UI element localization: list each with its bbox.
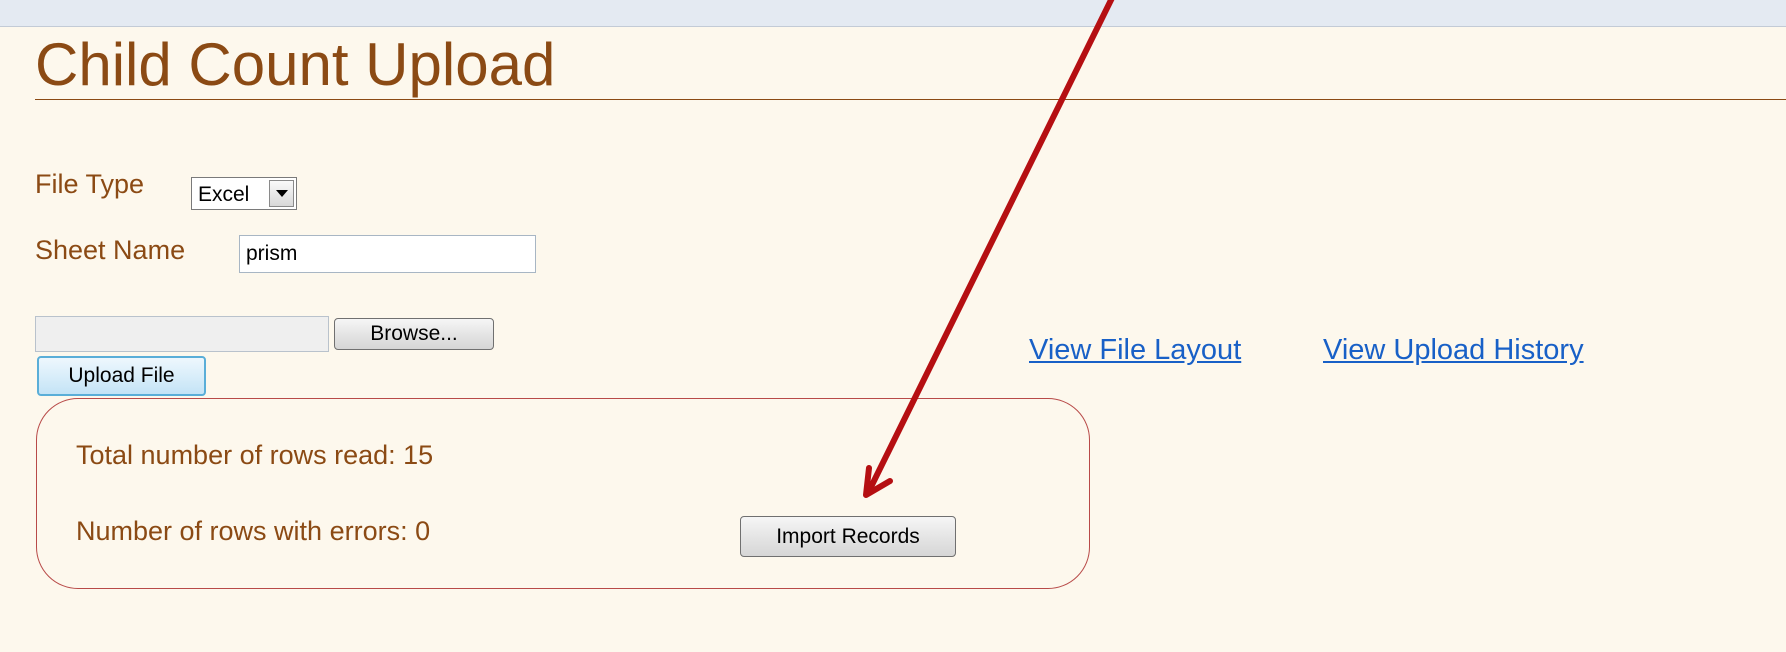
- annotation-arrow-icon: [863, 0, 1115, 498]
